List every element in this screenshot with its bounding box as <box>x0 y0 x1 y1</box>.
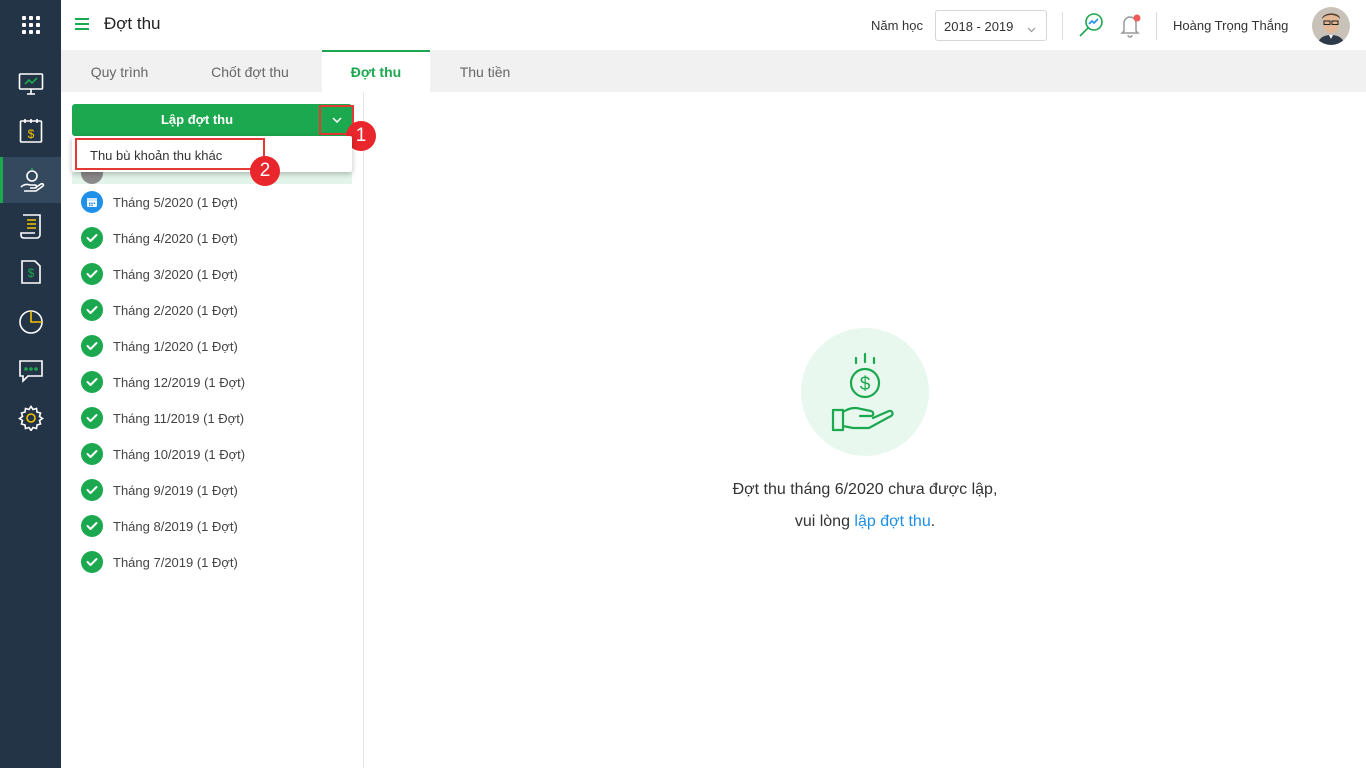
invoice-icon: $ <box>20 260 41 284</box>
period-label: Tháng 3/2020 (1 Đợt) <box>113 267 238 282</box>
check-icon <box>81 227 103 249</box>
hint-prefix: vui lòng <box>794 513 855 530</box>
school-year-value: 2018 - 2019 <box>944 19 1014 34</box>
monitor-icon <box>18 73 43 95</box>
tab-collection-period[interactable]: Đợt thu <box>322 50 430 92</box>
period-list-item[interactable]: Tháng 4/2020 (1 Đợt) <box>72 220 352 256</box>
period-label: Tháng 7/2019 (1 Đợt) <box>113 555 238 570</box>
hand-coin-icon <box>20 168 45 192</box>
apps-grid-icon[interactable] <box>0 0 61 50</box>
hint-suffix: . <box>930 513 936 530</box>
check-icon <box>81 551 103 573</box>
chevron-down-icon <box>1027 21 1036 36</box>
nav-dashboard[interactable] <box>0 61 61 107</box>
svg-text:$: $ <box>27 266 34 280</box>
top-header: Đợt thu Năm học 2018 - 2019 Hoàng Trọng … <box>61 0 1366 50</box>
check-icon <box>81 479 103 501</box>
period-label: Tháng 10/2019 (1 Đợt) <box>113 447 246 462</box>
period-label: Tháng 4/2020 (1 Đợt) <box>113 231 238 246</box>
check-icon <box>81 263 103 285</box>
tab-bar: Quy trình Chốt đợt thu Đợt thu Thu tiền <box>61 50 1366 92</box>
divider <box>1062 12 1063 40</box>
period-list-item[interactable]: Tháng 3/2020 (1 Đợt) <box>72 256 352 292</box>
check-icon <box>81 443 103 465</box>
period-label: Tháng 2/2020 (1 Đợt) <box>113 303 238 318</box>
period-label: Tháng 9/2019 (1 Đợt) <box>113 483 238 498</box>
avatar[interactable] <box>1312 7 1350 45</box>
check-icon <box>81 371 103 393</box>
period-label: Tháng 1/2020 (1 Đợt) <box>113 339 238 354</box>
svg-text:$: $ <box>860 374 871 395</box>
svg-text:$: $ <box>27 127 34 141</box>
period-list-panel: Lập đợt thu 1 Thu bù khoản thu khác 2 Th… <box>61 92 376 768</box>
period-list-item[interactable]: Tháng 9/2019 (1 Đợt) <box>72 472 352 508</box>
calendar-money-icon: $ <box>19 119 42 143</box>
chat-icon <box>18 360 43 383</box>
nav-fee-schedule[interactable]: $ <box>0 108 61 154</box>
period-label: Tháng 5/2020 (1 Đợt) <box>113 195 238 210</box>
period-list-item[interactable]: Tháng 5/2020 (1 Đợt) <box>72 184 352 220</box>
school-year-label: Năm học <box>871 18 924 33</box>
check-icon <box>81 515 103 537</box>
user-name[interactable]: Hoàng Trọng Thắng <box>1173 18 1288 33</box>
divider <box>1156 12 1157 40</box>
empty-state-message: Đợt thu tháng 6/2020 chưa được lập, <box>732 481 998 498</box>
hand-coin-icon: $ <box>831 352 894 432</box>
hamburger-icon[interactable] <box>75 17 89 31</box>
create-period-link[interactable]: lập đợt thu <box>854 513 930 530</box>
tab-process[interactable]: Quy trình <box>61 50 178 92</box>
check-icon <box>81 407 103 429</box>
period-list-item[interactable]: Tháng 10/2019 (1 Đợt) <box>72 436 352 472</box>
check-icon <box>81 335 103 357</box>
period-label: Tháng 8/2019 (1 Đợt) <box>113 519 238 534</box>
period-list-item[interactable]: Tháng 2/2020 (1 Đợt) <box>72 292 352 328</box>
period-list-item[interactable]: Tháng 11/2019 (1 Đợt) <box>72 400 352 436</box>
nav-receipts[interactable] <box>0 203 61 249</box>
calendar-icon <box>81 191 103 213</box>
period-list-item[interactable]: Tháng 8/2019 (1 Đợt) <box>72 508 352 544</box>
tab-close-period[interactable]: Chốt đợt thu <box>178 50 322 92</box>
period-label: Tháng 12/2019 (1 Đợt) <box>113 375 246 390</box>
period-label: Tháng 11/2019 (1 Đợt) <box>113 411 245 426</box>
highlight-box <box>75 138 265 170</box>
step-badge-2: 2 <box>250 156 280 186</box>
nav-settings[interactable] <box>0 395 61 441</box>
nav-invoices[interactable]: $ <box>0 249 61 295</box>
page-title: Đợt thu <box>104 14 161 33</box>
settings-gear-icon <box>17 405 44 431</box>
check-icon <box>81 299 103 321</box>
empty-state-illustration: $ <box>801 328 929 456</box>
period-list-item[interactable]: Tháng 12/2019 (1 Đợt) <box>72 364 352 400</box>
tab-collect-money[interactable]: Thu tiền <box>430 50 540 92</box>
period-list-item[interactable]: Tháng 7/2019 (1 Đợt) <box>72 544 352 580</box>
empty-state-hint: vui lòng lập đợt thu. <box>600 513 1130 531</box>
search-chart-icon[interactable] <box>1077 11 1105 39</box>
pie-chart-icon <box>18 310 43 334</box>
bell-icon[interactable] <box>1116 11 1144 39</box>
nav-collections[interactable] <box>0 157 61 203</box>
receipt-list-icon <box>19 214 41 239</box>
create-period-button[interactable]: Lập đợt thu <box>72 104 322 136</box>
nav-messages[interactable] <box>0 348 61 394</box>
nav-reports[interactable] <box>0 299 61 345</box>
period-list-item[interactable]: Tháng 1/2020 (1 Đợt) <box>72 328 352 364</box>
school-year-select[interactable]: 2018 - 2019 <box>935 10 1047 41</box>
side-navigation: $ $ <box>0 0 61 768</box>
